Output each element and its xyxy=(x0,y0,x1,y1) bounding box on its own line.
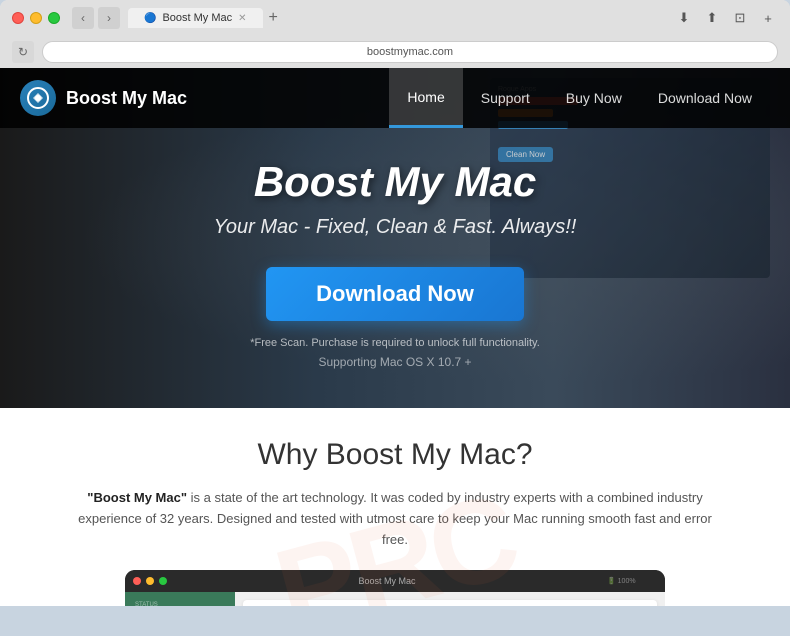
nav-support[interactable]: Support xyxy=(463,68,548,128)
nav-support-label: Support xyxy=(481,90,530,106)
brand-name: Boost My Mac xyxy=(66,88,187,109)
download-icon[interactable]: ⬇ xyxy=(674,8,694,28)
nav-home-label: Home xyxy=(407,89,444,105)
brand-logo xyxy=(20,80,56,116)
sidebar-section-status: Status xyxy=(129,598,231,606)
nav-download[interactable]: Download Now xyxy=(640,68,770,128)
mac-app-title: Boost My Mac xyxy=(172,576,602,586)
nav-buy[interactable]: Buy Now xyxy=(548,68,640,128)
hero-support: Supporting Mac OS X 10.7 + xyxy=(318,355,471,369)
titlebar: ‹ › 🔵 Boost My Mac ✕ + ⬇ ⬆ ⊡ + xyxy=(0,0,790,36)
mac-close-dot xyxy=(133,577,141,585)
hero-subtitle: Your Mac - Fixed, Clean & Fast. Always!! xyxy=(214,216,577,239)
nav-buy-label: Buy Now xyxy=(566,90,622,106)
fullscreen-icon[interactable]: ⊡ xyxy=(730,8,750,28)
tab-title: Boost My Mac xyxy=(162,12,232,24)
brand: Boost My Mac xyxy=(20,80,389,116)
nav-arrows: ‹ › xyxy=(72,7,120,29)
nav-home[interactable]: Home xyxy=(389,68,462,128)
toolbar-icons: ⬇ ⬆ ⊡ + xyxy=(674,8,778,28)
why-section: PRC Why Boost My Mac? "Boost My Mac" is … xyxy=(0,408,790,606)
minimize-button[interactable] xyxy=(30,12,42,24)
address-bar[interactable]: boostmymac.com xyxy=(42,41,778,63)
mac-minimize-dot xyxy=(146,577,154,585)
mac-topbar: Boost My Mac 🔋 100% xyxy=(125,570,665,592)
hero-section: Rogue Apps Clean Now Boost My xyxy=(0,68,790,408)
add-tab-icon[interactable]: + xyxy=(758,8,778,28)
browser-window: ‹ › 🔵 Boost My Mac ✕ + ⬇ ⬆ ⊡ + ↻ boostmy… xyxy=(0,0,790,68)
mac-maximize-dot xyxy=(159,577,167,585)
mac-content: Status Cleaners One Touch Cleaner 660.5 … xyxy=(125,592,665,606)
hero-content: Boost My Mac Your Mac - Fixed, Clean & F… xyxy=(0,138,790,389)
hero-title: Boost My Mac xyxy=(254,158,536,206)
mac-main: ! Attention! 1643 issues found Recoverab… xyxy=(235,592,665,606)
download-now-button[interactable]: Download Now xyxy=(266,267,524,321)
section-desc: "Boost My Mac" is a state of the art tec… xyxy=(65,488,725,550)
tab-bar: 🔵 Boost My Mac ✕ + xyxy=(128,3,674,33)
section-title: Why Boost My Mac? xyxy=(40,438,750,472)
active-tab[interactable]: 🔵 Boost My Mac ✕ xyxy=(128,8,263,28)
traffic-lights xyxy=(12,12,60,24)
mac-sidebar: Status Cleaners One Touch Cleaner 660.5 … xyxy=(125,592,235,606)
close-button[interactable] xyxy=(12,12,24,24)
back-button[interactable]: ‹ xyxy=(72,7,94,29)
hero-note: *Free Scan. Purchase is required to unlo… xyxy=(250,337,540,349)
address-bar-row: ↻ boostmymac.com xyxy=(0,36,790,68)
share-icon[interactable]: ⬆ xyxy=(702,8,722,28)
nav-download-label: Download Now xyxy=(658,90,752,106)
mac-alert: ! Attention! 1643 issues found Recoverab… xyxy=(243,600,657,606)
navbar-nav: Home Support Buy Now Download Now xyxy=(389,68,770,128)
new-tab-button[interactable]: + xyxy=(269,9,278,27)
url-text: boostmymac.com xyxy=(367,46,453,58)
page-content: Rogue Apps Clean Now Boost My xyxy=(0,68,790,606)
bold-brand: "Boost My Mac" xyxy=(87,490,187,505)
navbar: Boost My Mac Home Support Buy Now Downlo… xyxy=(0,68,790,128)
reload-button[interactable]: ↻ xyxy=(12,41,34,63)
tab-close-icon[interactable]: ✕ xyxy=(238,13,246,24)
forward-button[interactable]: › xyxy=(98,7,120,29)
logo-icon xyxy=(27,87,49,109)
tab-favicon: 🔵 xyxy=(144,13,156,24)
mac-preview: Boost My Mac 🔋 100% Status Cleaners One … xyxy=(125,570,665,606)
maximize-button[interactable] xyxy=(48,12,60,24)
